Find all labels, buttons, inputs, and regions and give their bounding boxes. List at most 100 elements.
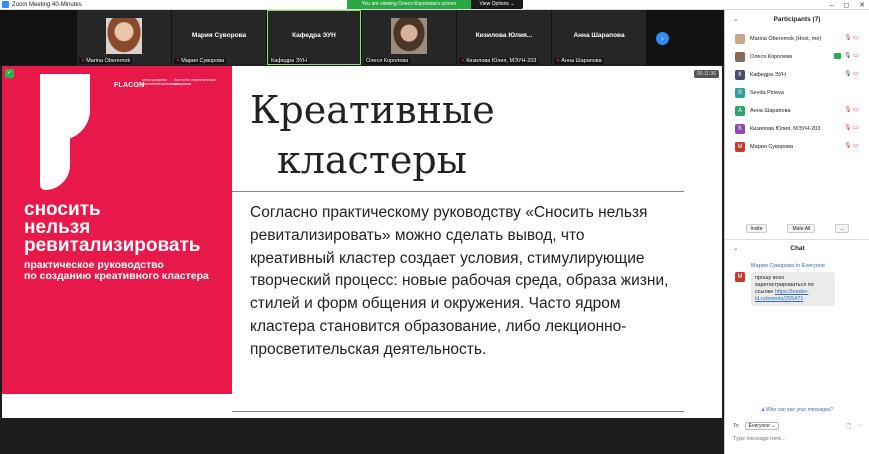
view-options-button[interactable]: View Options ⌄ — [471, 0, 523, 9]
mic-icon[interactable]: 🎙︎ — [844, 53, 852, 60]
mic-off-icon[interactable]: 🎙︎ — [844, 143, 852, 150]
video-off-icon[interactable]: ▭ — [853, 35, 861, 42]
encryption-shield-icon[interactable]: ✓ — [5, 69, 14, 78]
chevron-down-icon[interactable]: ⌄ — [733, 242, 738, 256]
chevron-down-icon[interactable]: ⌄ — [733, 10, 738, 30]
avatar — [735, 34, 745, 44]
video-off-icon[interactable]: ▭ — [853, 125, 861, 132]
participant-status: 🎙︎ ▭ — [844, 125, 861, 132]
mic-off-icon[interactable]: 🎙︎ — [844, 35, 852, 42]
slide-body-text: Согласно практическому руководству «Снос… — [250, 204, 669, 358]
participant-row[interactable]: Marina Oberemok (Host, me) 🎙︎ ▭ — [725, 30, 869, 48]
avatar: К — [735, 124, 745, 134]
divider — [232, 191, 684, 192]
mic-off-icon: ✕ — [461, 58, 466, 64]
mic-off-icon: ✕ — [556, 58, 561, 64]
participant-row[interactable]: М Мария Суворова 🎙︎ ▭ — [725, 138, 869, 156]
recipient-select[interactable]: Everyone ⌄ — [744, 422, 780, 430]
divider — [725, 239, 869, 240]
sidebar: ⌄ Participants (7) Marina Oberemok (Host… — [724, 10, 869, 454]
minimize-icon[interactable]: – — [829, 2, 833, 9]
mic-off-icon[interactable]: 🎙︎ — [844, 125, 852, 132]
avatar: S — [735, 88, 745, 98]
participant-status: 🎙︎ ▭ — [844, 107, 861, 114]
zoom-app-icon — [2, 1, 9, 8]
slide-title-line2: кластеры — [277, 138, 467, 182]
tile-label: ✕Кизилова Юлия, МЭУН-203 — [459, 58, 539, 64]
video-off-icon[interactable]: ▭ — [853, 107, 861, 114]
video-tile[interactable]: Анна Шарапова ✕Анна Шарапова — [552, 10, 646, 65]
participant-row[interactable]: S Sevda Pirieva — [725, 84, 869, 102]
chat-header[interactable]: ⌄ Chat — [725, 242, 869, 256]
participant-name: Олеся Королева — [750, 54, 793, 60]
screen-share-icon — [834, 53, 841, 59]
participants-header[interactable]: ⌄ Participants (7) — [725, 10, 869, 30]
participant-status: 🎙︎ ▭ — [844, 35, 861, 42]
mic-off-icon: ✕ — [81, 58, 86, 64]
more-options-button[interactable]: ... — [835, 224, 850, 233]
avatar: К — [735, 70, 745, 80]
close-icon[interactable]: ✕ — [859, 1, 865, 9]
video-tile[interactable]: ✕Marina Oberemok — [77, 10, 171, 65]
mic-off-icon: ✕ — [176, 58, 181, 64]
tile-label: Олеся Королева — [364, 58, 411, 64]
mute-all-button[interactable]: Mute All — [787, 224, 816, 233]
viewing-banner: You are viewing Олеся Королева's screen — [347, 0, 471, 9]
video-off-icon[interactable]: ▭ — [853, 71, 861, 78]
book-title: сносить нельзя ревитализировать — [24, 199, 201, 256]
participant-name: Кафедра ЭУН — [750, 72, 786, 78]
video-tile-active-speaker[interactable]: Кафедра ЭУН Кафедра ЭУН — [267, 10, 361, 65]
who-can-see-link[interactable]: 🔒︎ Who can see your messages? — [725, 407, 869, 413]
participant-status: 🎙︎ ▭ — [844, 71, 861, 78]
to-label: To: — [733, 423, 740, 429]
book-subtitle: практическое руководство по созданию кре… — [24, 259, 209, 282]
video-off-icon[interactable]: ▭ — [853, 53, 861, 60]
title-bar: Zoom Meeting 40-Minutes You are viewing … — [0, 0, 869, 10]
participant-photo — [391, 18, 427, 54]
avatar: M — [735, 272, 745, 282]
tile-label: ✕Анна Шарапова — [554, 58, 604, 64]
participant-name: Sevda Pirieva — [750, 90, 784, 96]
participant-status: 🎙︎ ▭ — [844, 143, 861, 150]
participant-row[interactable]: А Анна Шарапова 🎙︎ ▭ — [725, 102, 869, 120]
partner-logo-2: Агентство стратегических инициатив — [174, 78, 216, 86]
avatar: М — [735, 142, 745, 152]
invite-button[interactable]: Invite — [745, 224, 768, 233]
next-page-arrow-icon[interactable]: › — [656, 32, 669, 45]
video-tile[interactable]: Кизилова Юлия... ✕Кизилова Юлия, МЭУН-20… — [457, 10, 551, 65]
chat-message: прошу всех зарегистрироваться по ссылке … — [751, 272, 835, 306]
window-title: Zoom Meeting 40-Minutes — [12, 1, 82, 8]
tile-label: Кафедра ЭУН — [269, 58, 309, 64]
mic-icon[interactable]: 🎙︎ — [844, 71, 852, 78]
avatar — [735, 52, 745, 62]
tile-name: Анна Шарапова — [573, 32, 625, 39]
video-strip: ✕Marina Oberemok Мария Суворова ✕Мария С… — [0, 10, 724, 65]
video-tile[interactable]: Олеся Королева — [362, 10, 456, 65]
mic-off-icon[interactable]: 🎙︎ — [844, 107, 852, 114]
quote-mark-graphic — [40, 74, 90, 140]
participant-row[interactable]: Олеся Королева 🎙︎ ▭ — [725, 48, 869, 66]
presentation-slide: ✓ FLACON центр развития креативной эконо… — [2, 66, 722, 418]
participant-name: Анна Шарапова — [750, 108, 791, 114]
tile-name: Кизилова Юлия... — [475, 32, 533, 39]
participant-row[interactable]: К Кизилова Юлия, МЭУН-203 🎙︎ ▭ — [725, 120, 869, 138]
recording-timer: 00:11:36 — [693, 70, 719, 78]
maximize-icon[interactable]: ◻ — [843, 1, 849, 9]
slide-red-panel: FLACON центр развития креативной экономи… — [2, 66, 232, 394]
quote-tail-graphic — [40, 132, 70, 190]
slide-title-line1: Креативные — [250, 88, 495, 132]
video-tiles: ✕Marina Oberemok Мария Суворова ✕Мария С… — [77, 10, 646, 65]
chat-input[interactable] — [733, 433, 863, 445]
shared-screen: ✓ FLACON центр развития креативной эконо… — [0, 65, 724, 454]
window-controls: – ◻ ✕ — [829, 0, 865, 10]
more-icon[interactable]: ⋯ — [857, 422, 863, 432]
tile-name: Кафедра ЭУН — [292, 32, 336, 39]
video-tile[interactable]: Мария Суворова ✕Мария Суворова — [172, 10, 266, 65]
flacon-logo: FLACON — [114, 82, 145, 89]
participant-actions: Invite Mute All ... — [725, 224, 869, 236]
avatar: А — [735, 106, 745, 116]
participant-row[interactable]: К Кафедра ЭУН 🎙︎ ▭ — [725, 66, 869, 84]
video-off-icon[interactable]: ▭ — [853, 143, 861, 150]
file-icon[interactable]: 🗋︎ — [846, 422, 851, 432]
tile-label: ✕Мария Суворова — [174, 58, 227, 64]
